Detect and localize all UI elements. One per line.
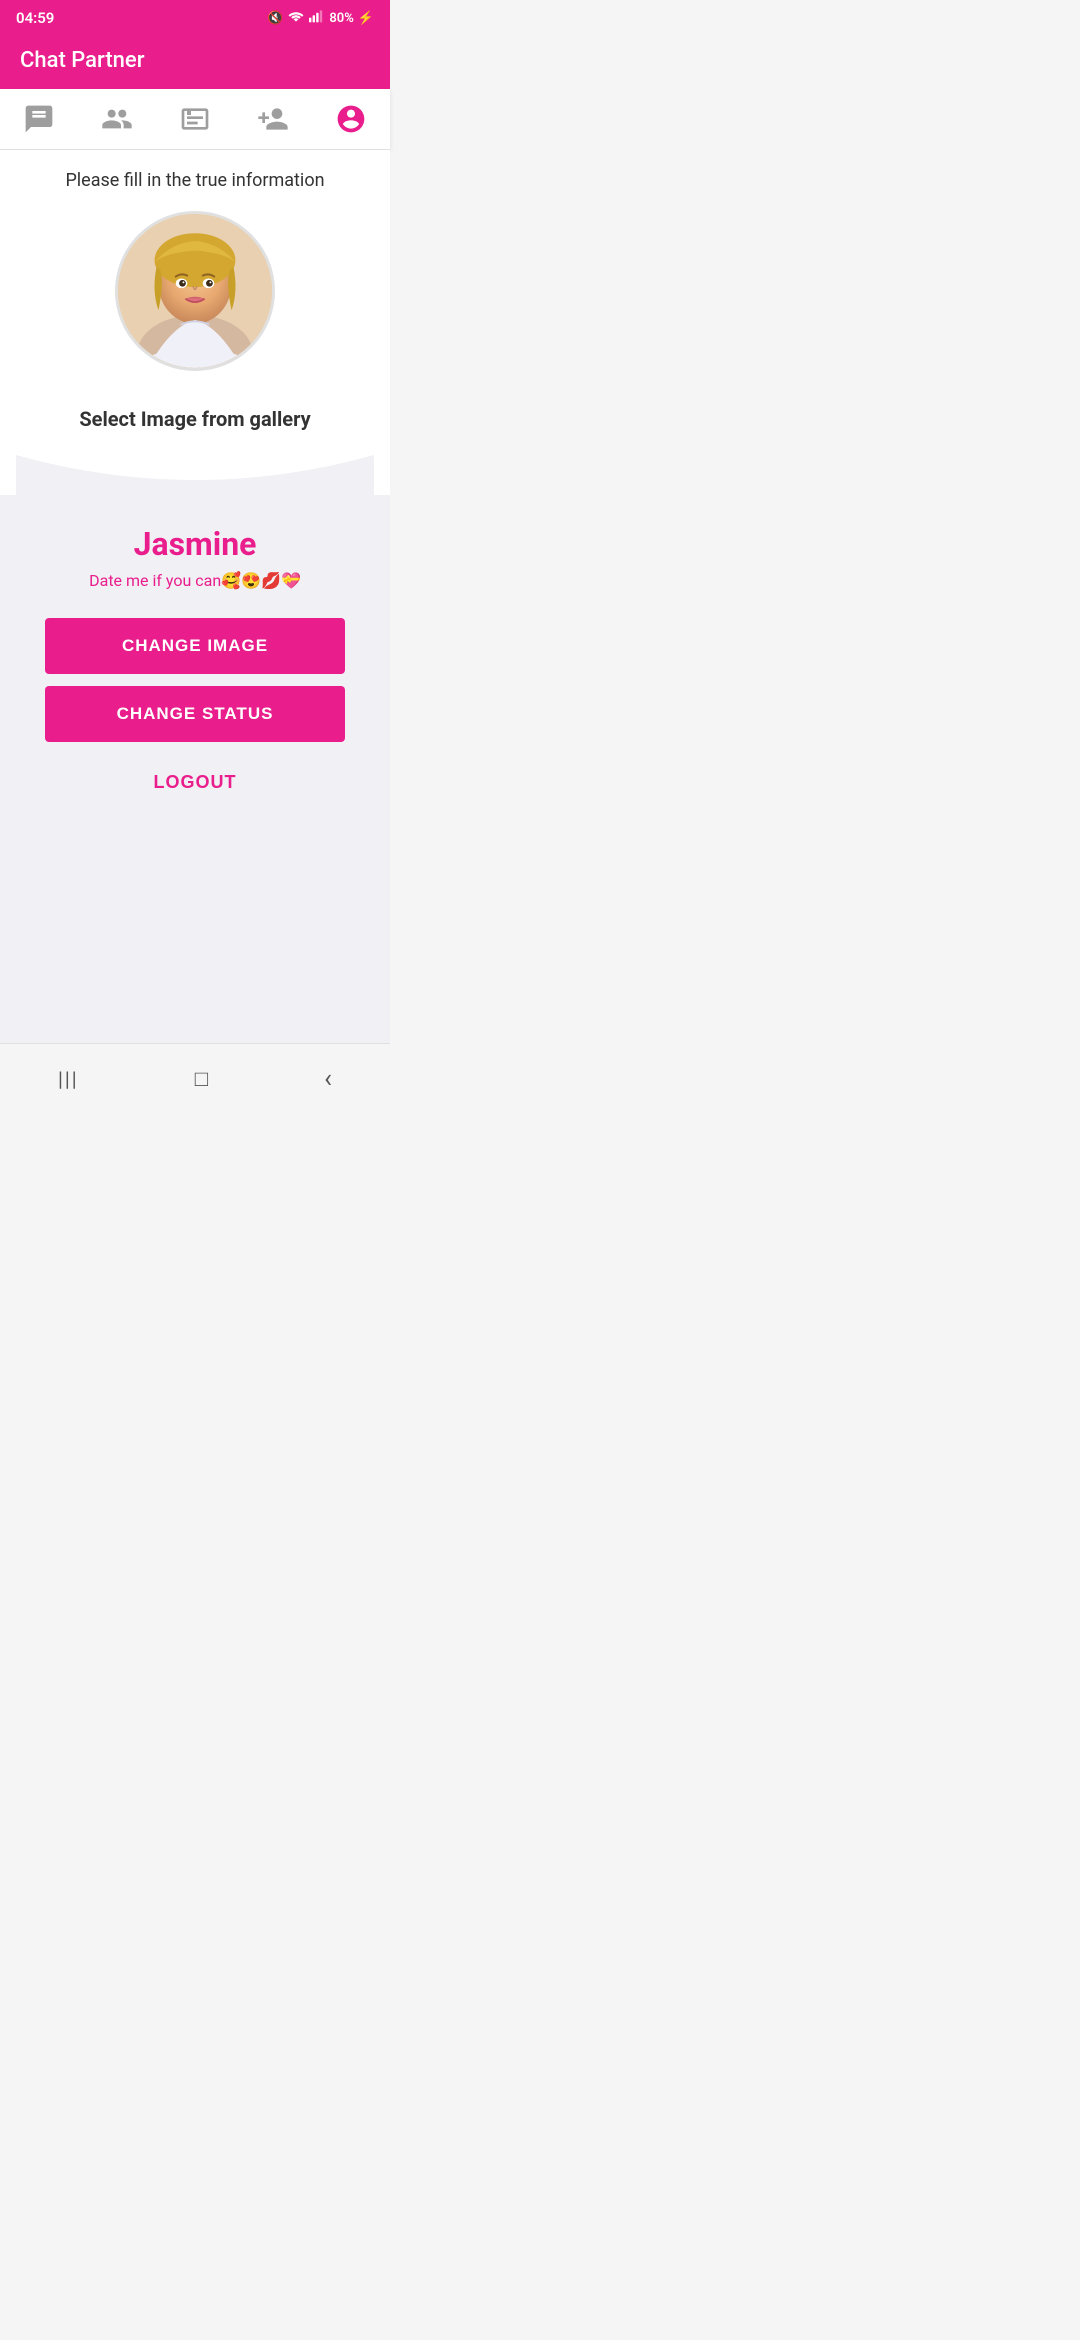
top-section: Please fill in the true information — [0, 150, 390, 495]
profile-name: Jasmine — [134, 525, 257, 563]
wifi-icon — [287, 9, 305, 27]
curve-divider — [16, 455, 374, 495]
tab-bar — [0, 89, 390, 150]
battery-text: 80% — [329, 11, 353, 26]
battery-icon: ⚡ — [358, 11, 374, 26]
nav-home-button[interactable]: □ — [171, 1058, 232, 1100]
change-image-button[interactable]: CHANGE IMAGE — [45, 618, 345, 674]
info-text: Please fill in the true information — [16, 170, 374, 191]
tab-account[interactable] — [323, 99, 379, 139]
avatar-container[interactable] — [16, 211, 374, 371]
signal-icon — [309, 9, 325, 27]
status-icons: 🔇 80% ⚡ — [267, 9, 374, 27]
bottom-section: Jasmine Date me if you can🥰😍💋💝 CHANGE IM… — [0, 495, 390, 843]
logout-button[interactable]: LOGOUT — [134, 762, 257, 803]
bottom-spacer — [0, 843, 390, 1043]
nav-bar: ||| □ ‹ — [0, 1043, 390, 1114]
profile-status: Date me if you can🥰😍💋💝 — [89, 571, 301, 590]
status-bar: 04:59 🔇 80% ⚡ — [0, 0, 390, 36]
select-gallery-text[interactable]: Select Image from gallery — [16, 391, 374, 455]
tab-profile-card[interactable] — [167, 99, 223, 139]
app-bar: Chat Partner — [0, 36, 390, 89]
status-time: 04:59 — [16, 9, 54, 27]
nav-back-button[interactable]: ‹ — [300, 1056, 356, 1102]
tab-chat[interactable] — [11, 99, 67, 139]
mute-icon: 🔇 — [267, 11, 283, 26]
nav-recent-button[interactable]: ||| — [34, 1059, 103, 1099]
tab-partners[interactable] — [89, 99, 145, 139]
app-title: Chat Partner — [20, 48, 144, 73]
tab-add-friend[interactable] — [245, 99, 301, 139]
avatar[interactable] — [115, 211, 275, 371]
change-status-button[interactable]: CHANGE STATUS — [45, 686, 345, 742]
